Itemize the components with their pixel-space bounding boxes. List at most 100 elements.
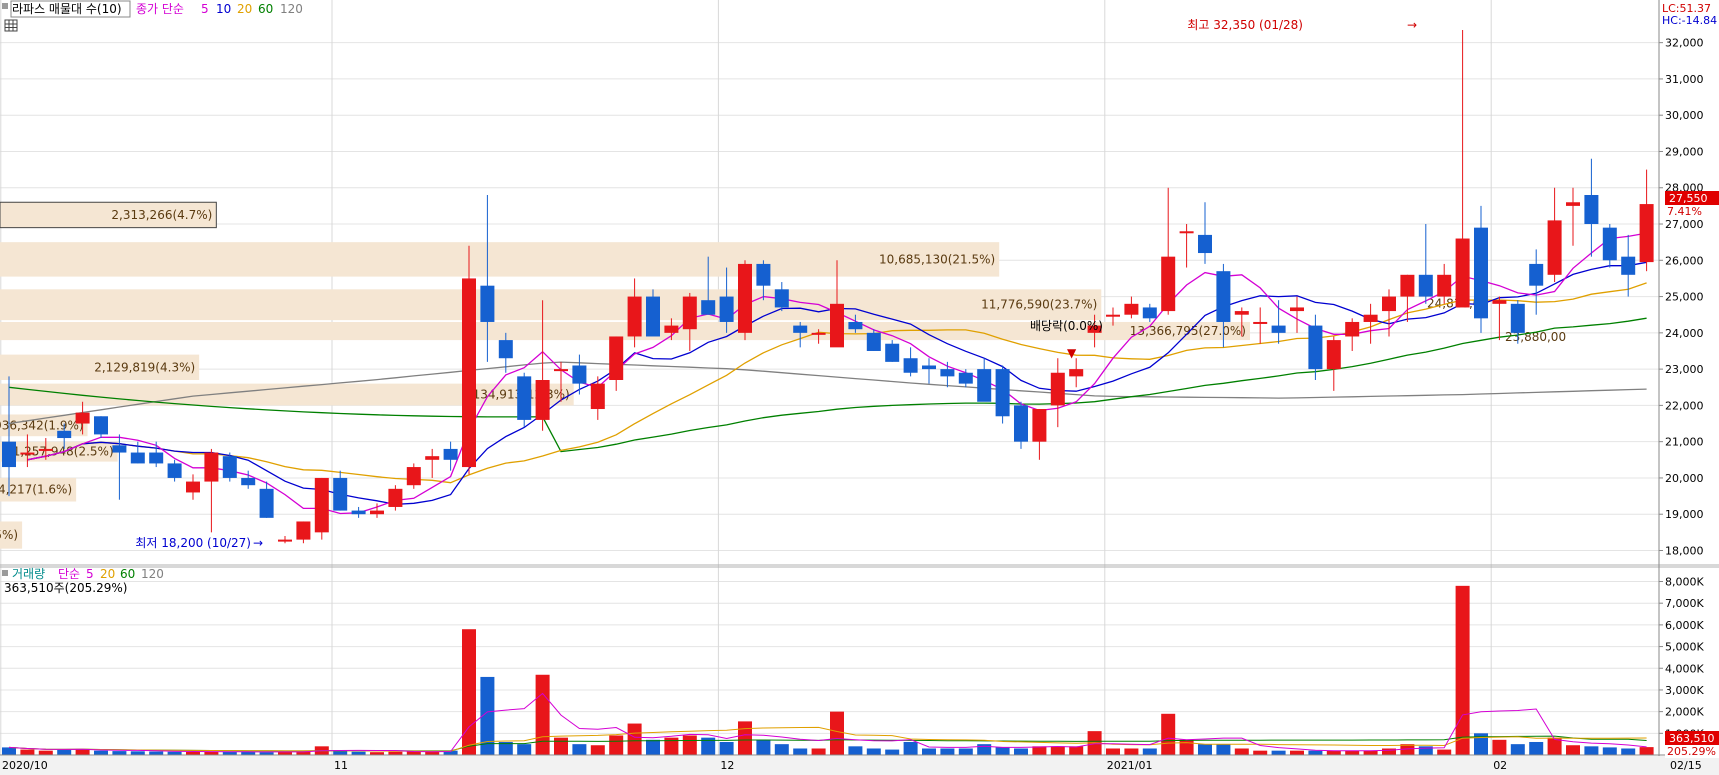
- candle-body: [167, 463, 182, 478]
- volume-bar: [793, 748, 808, 755]
- candle-body: [20, 452, 35, 455]
- candle-body: [756, 263, 771, 286]
- volume-bar: [1032, 746, 1047, 755]
- volume-bar: [1234, 748, 1249, 755]
- price-axis-label: 27,000: [1665, 218, 1704, 231]
- candle-body: [940, 369, 955, 377]
- volume-profile-bar: [0, 289, 1102, 321]
- candle-body: [278, 539, 292, 542]
- volume-bar: [1326, 750, 1341, 755]
- x-axis-label: 02: [1493, 759, 1507, 772]
- candle-body: [38, 448, 53, 451]
- max-arrow-icon: →: [1407, 18, 1417, 32]
- volume-bar: [1271, 750, 1286, 755]
- volume-bar: [1198, 744, 1212, 755]
- candle-body: [774, 289, 789, 308]
- volume-bar: [1014, 748, 1028, 755]
- volume-title[interactable]: 거래량: [12, 567, 45, 581]
- volume-profile-label: 2,129,819(4.3%): [94, 360, 195, 374]
- ma-period-20: 20: [237, 2, 252, 16]
- volume-bar: [38, 750, 53, 755]
- candle-body: [1418, 274, 1433, 297]
- volume-bar: [848, 746, 863, 755]
- volume-axis-label: 8,000K: [1665, 576, 1704, 589]
- table-icon[interactable]: [4, 19, 18, 32]
- candle-body: [627, 296, 642, 337]
- volume-bar: [112, 751, 127, 755]
- volume-bar: [1345, 750, 1360, 755]
- candle-body: [498, 340, 513, 359]
- volume-ma-period-5: 5: [86, 567, 94, 581]
- candle-body: [958, 372, 973, 384]
- volume-bar: [1308, 750, 1323, 755]
- volume-bar: [811, 748, 826, 755]
- candle-body: [1400, 274, 1415, 297]
- price-axis-label: 23,000: [1665, 363, 1704, 376]
- x-axis-label: 12: [720, 759, 734, 772]
- candle-body: [1050, 372, 1065, 406]
- candle-body: [1271, 325, 1286, 333]
- volume-bar: [94, 750, 108, 755]
- candle-body: [1455, 238, 1470, 308]
- x-axis-label: 2021/01: [1107, 759, 1153, 772]
- price-axis-label: 22,000: [1665, 399, 1704, 412]
- volume-last-text: 363,510주(205.29%): [4, 581, 127, 595]
- candle-body: [1326, 340, 1341, 370]
- candle-body: [1253, 321, 1268, 324]
- candle-body: [1566, 202, 1580, 206]
- candle-body: [1363, 314, 1378, 322]
- volume-bar: [1621, 748, 1636, 755]
- volume-collapse-icon[interactable]: [2, 570, 8, 576]
- volume-bar: [940, 748, 955, 755]
- candle-body: [1179, 231, 1194, 234]
- hc-label: HC:-14.84: [1662, 14, 1717, 27]
- volume-bar: [738, 721, 752, 755]
- volume-bar: [333, 750, 348, 755]
- candle-body: [370, 510, 384, 515]
- candle-body: [1639, 204, 1654, 263]
- price-axis-label: 19,000: [1665, 508, 1704, 521]
- candle-body: [590, 383, 605, 410]
- indicator-title[interactable]: 라파스 매물대 수(10): [12, 2, 122, 16]
- volume-bar: [609, 735, 624, 755]
- volume-bar: [830, 711, 844, 755]
- last-volume-tag-text: 363,510: [1669, 732, 1715, 745]
- volume-bar: [590, 745, 605, 755]
- price-axis-label: 30,000: [1665, 109, 1704, 122]
- ma-label: 종가 단순: [136, 2, 184, 16]
- candle-body: [1547, 220, 1562, 275]
- candle-body: [1345, 321, 1360, 337]
- volume-bar: [2, 747, 16, 755]
- last-pct-tag-text: 7.41%: [1667, 205, 1702, 218]
- candle-body: [1142, 307, 1157, 319]
- volume-bar: [885, 749, 900, 755]
- volume-bar: [958, 748, 973, 755]
- candle-body: [1382, 296, 1396, 312]
- volume-bar: [682, 735, 697, 755]
- candle-body: [2, 441, 16, 468]
- candle-body: [554, 369, 568, 372]
- candle-body: [572, 365, 587, 384]
- candle-body: [296, 521, 311, 540]
- ma-period-10: 10: [216, 2, 231, 16]
- candle-body: [885, 343, 900, 362]
- candle-body: [462, 278, 476, 468]
- candle-body: [333, 477, 348, 511]
- volume-profile-label: 2,313,266(4.7%): [111, 208, 212, 222]
- volume-bar: [756, 739, 771, 755]
- price-axis-label: 32,000: [1665, 37, 1704, 50]
- price-axis-label: 29,000: [1665, 145, 1704, 158]
- ma-period-5: 5: [201, 2, 209, 16]
- stock-chart[interactable]: 236,269(0.5%)814,217(1.6%)1,257,948(2.5%…: [0, 0, 1719, 775]
- candle-body: [830, 303, 844, 348]
- candle-body: [793, 325, 808, 333]
- candle-body: [1032, 409, 1047, 442]
- candle-body: [866, 332, 881, 351]
- candle-body: [94, 416, 108, 435]
- candle-body: [1529, 263, 1544, 286]
- candle-body: [922, 365, 936, 370]
- volume-axis-label: 3,000K: [1665, 684, 1704, 697]
- volume-bar: [572, 744, 587, 755]
- collapse-icon[interactable]: [2, 3, 8, 9]
- ma-period-60: 60: [258, 2, 273, 16]
